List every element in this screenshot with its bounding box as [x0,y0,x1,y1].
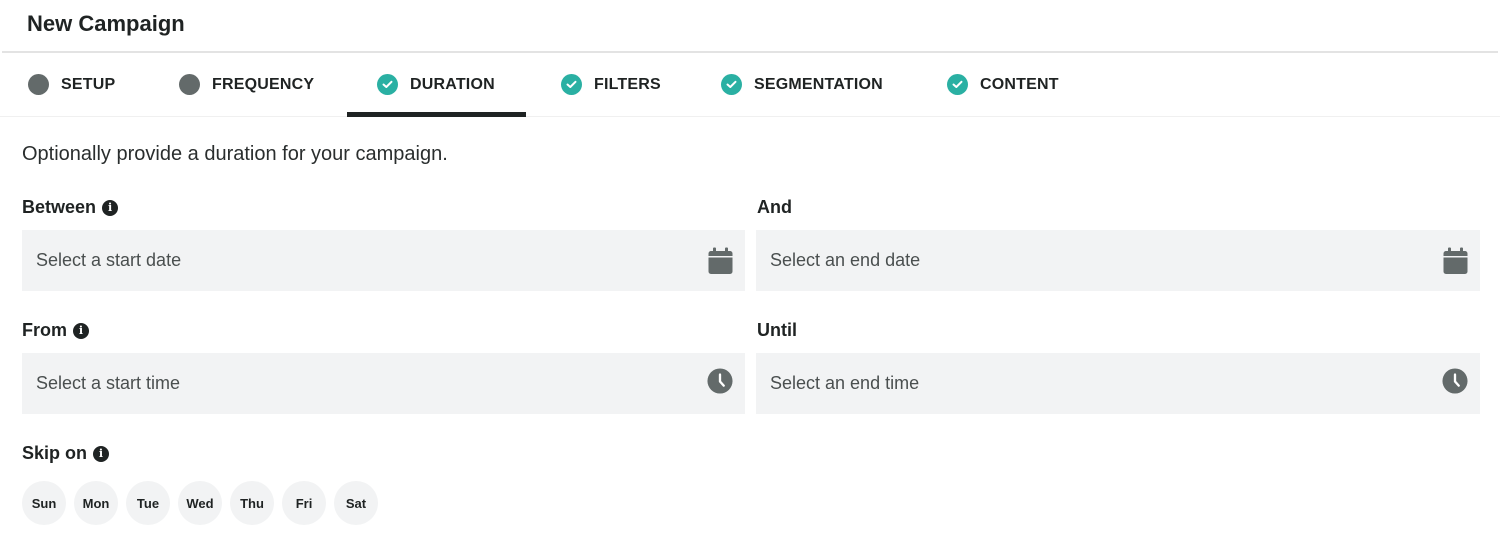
tab-label: DURATION [410,75,495,93]
check-circle-icon [721,74,742,95]
tab-setup[interactable]: SETUP [28,53,115,116]
check-circle-icon [377,74,398,95]
start-time-input[interactable]: Select a start time [22,353,745,414]
step-tabs: SETUP FREQUENCY DURATION FILTERS SEGMENT… [0,53,1500,117]
end-date-input[interactable]: Select an end date [756,230,1480,291]
intro-text: Optionally provide a duration for your c… [22,143,448,165]
tab-label: FILTERS [594,75,661,93]
calendar-icon[interactable] [707,247,733,275]
end-time-input[interactable]: Select an end time [756,353,1480,414]
between-label: Between i [22,197,119,218]
tab-filters[interactable]: FILTERS [561,53,661,116]
clock-icon[interactable] [707,367,733,395]
start-date-placeholder: Select a start date [36,250,182,270]
day-toggle-tue[interactable]: Tue [126,481,170,525]
day-toggle-wed[interactable]: Wed [178,481,222,525]
and-label-text: And [757,197,792,217]
skip-on-label: Skip on i [22,443,110,464]
tab-segmentation[interactable]: SEGMENTATION [721,53,883,116]
step-incomplete-icon [28,74,49,95]
tab-label: CONTENT [980,75,1059,93]
tab-label: SEGMENTATION [754,75,883,93]
tab-content[interactable]: CONTENT [947,53,1059,116]
day-toggle-fri[interactable]: Fri [282,481,326,525]
tab-frequency[interactable]: FREQUENCY [179,53,314,116]
page-title: New Campaign [27,11,185,36]
skip-days: Sun Mon Tue Wed Thu Fri Sat [22,481,378,525]
skip-on-label-text: Skip on [22,443,88,463]
from-label: From i [22,320,89,341]
until-label: Until [757,320,797,341]
until-label-text: Until [757,320,797,340]
clock-icon[interactable] [1442,367,1468,395]
end-time-placeholder: Select an end time [770,373,920,393]
check-circle-icon [561,74,582,95]
tab-label: SETUP [61,75,116,93]
info-icon[interactable]: i [73,322,89,339]
calendar-icon[interactable] [1442,247,1468,275]
day-toggle-mon[interactable]: Mon [74,481,118,525]
between-label-text: Between [22,197,97,217]
tab-duration[interactable]: DURATION [347,53,526,117]
info-icon[interactable]: i [102,199,119,216]
tab-label: FREQUENCY [212,75,315,93]
check-circle-icon [947,74,968,95]
day-toggle-sun[interactable]: Sun [22,481,66,525]
day-toggle-sat[interactable]: Sat [334,481,378,525]
info-icon[interactable]: i [93,445,110,462]
day-toggle-thu[interactable]: Thu [230,481,274,525]
page-header: New Campaign [2,0,1498,53]
start-time-placeholder: Select a start time [36,373,181,393]
from-label-text: From [22,320,67,340]
step-incomplete-icon [179,74,200,95]
and-label: And [757,197,792,218]
end-date-placeholder: Select an end date [770,250,921,270]
start-date-input[interactable]: Select a start date [22,230,745,291]
